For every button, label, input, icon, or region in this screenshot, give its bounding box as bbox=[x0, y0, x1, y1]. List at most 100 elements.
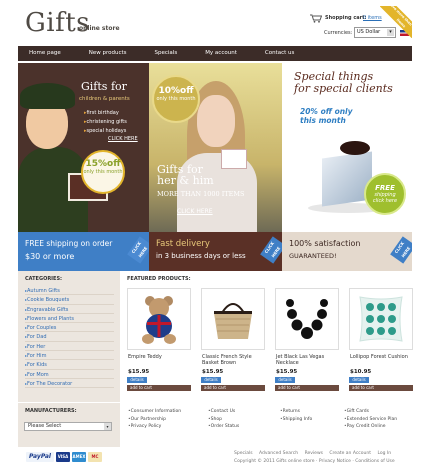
currency-label: Currencies: bbox=[324, 30, 353, 36]
category-item[interactable]: For Kids bbox=[25, 360, 114, 370]
category-item[interactable]: Flowers and Plants bbox=[25, 314, 114, 324]
product-price: $15.95 bbox=[276, 369, 298, 375]
category-item[interactable]: For The Decorator bbox=[25, 379, 114, 389]
footer-link[interactable]: Contact Us bbox=[208, 408, 278, 416]
footer-link[interactable]: Order Status bbox=[208, 423, 278, 431]
product-image[interactable] bbox=[275, 288, 339, 350]
payment-methods: PayPal VISA AMEX MC bbox=[26, 452, 102, 462]
banner-row: Gifts for children & parents first birth… bbox=[18, 63, 412, 232]
featured-products: FEATURED PRODUCTS: Empire Teddy $15.95 d… bbox=[124, 271, 413, 402]
category-item[interactable]: For Him bbox=[25, 351, 114, 361]
category-item[interactable]: For Couples bbox=[25, 323, 114, 333]
click-here-tag[interactable]: CLICK HERE bbox=[127, 236, 149, 264]
product-name[interactable]: Lollipop Forest Cushion bbox=[350, 354, 416, 360]
click-here-tag[interactable]: CLICK HERE bbox=[390, 236, 412, 264]
necklace-image bbox=[286, 299, 328, 339]
discount-badge: 10%off only this month bbox=[152, 75, 200, 123]
cart-label: Shopping cart: bbox=[325, 15, 367, 21]
strip-line1: Fast delivery bbox=[156, 239, 210, 249]
corner-ribbon: Save more than 50000 items bbox=[380, 6, 412, 38]
product-image[interactable] bbox=[349, 288, 413, 350]
category-item[interactable]: For Her bbox=[25, 342, 114, 352]
add-to-cart-button[interactable]: add to cart bbox=[127, 385, 191, 391]
banner-title-line2: for special clients bbox=[294, 82, 393, 95]
footer-link[interactable]: Shipping Info bbox=[280, 416, 350, 424]
footer-link[interactable]: Privacy Policy bbox=[128, 423, 198, 431]
logo[interactable]: Gifts bbox=[25, 8, 90, 38]
manufacturers-select[interactable]: Please Select ▾ bbox=[24, 422, 112, 431]
details-button[interactable]: details bbox=[127, 377, 147, 383]
strip-fast-delivery[interactable]: Fast delivery in 3 business days or less… bbox=[149, 232, 282, 271]
footer-link[interactable]: Extended Service Plan bbox=[344, 416, 414, 424]
bottom-link[interactable]: Log In bbox=[377, 451, 391, 456]
footer-link[interactable]: Shop bbox=[208, 416, 278, 424]
banner-tagline: MORE THAN 1000 ITEMS bbox=[157, 190, 245, 198]
category-item[interactable]: For Dad bbox=[25, 332, 114, 342]
copyright: Copyright © 2011 Gifts online store · Pr… bbox=[234, 459, 395, 464]
logo-subtitle: online store bbox=[79, 25, 120, 32]
nav-home[interactable]: Home page bbox=[18, 46, 75, 61]
product-card: Empire Teddy $15.95 details add to cart bbox=[127, 288, 193, 400]
bottom-link[interactable]: Advanced Search bbox=[259, 451, 298, 456]
categories-sidebar: CATEGORIES: Autumn Gifts Cookie Bouquets… bbox=[18, 271, 120, 402]
banner-click-link[interactable]: CLICK HERE bbox=[108, 136, 138, 142]
product-image[interactable] bbox=[201, 288, 265, 350]
header: Gifts online store Shopping cart: 0 item… bbox=[18, 6, 412, 44]
banner-her-him[interactable]: 10%off only this month Gifts for her & h… bbox=[149, 63, 282, 232]
gift-box-image bbox=[221, 149, 247, 169]
strip-satisfaction[interactable]: 100% satisfaction GUARANTEED! CLICK HERE bbox=[282, 232, 412, 271]
category-item[interactable]: Autumn Gifts bbox=[25, 286, 114, 296]
gift-ribbon-image bbox=[340, 141, 370, 155]
footer-column: Returns Shipping Info bbox=[280, 408, 350, 423]
strip-line2: $30 or more bbox=[25, 252, 75, 261]
nav-my-account[interactable]: My account bbox=[191, 46, 251, 61]
nav-new-products[interactable]: New products bbox=[75, 46, 141, 61]
add-to-cart-button[interactable]: add to cart bbox=[201, 385, 265, 391]
strip-free-shipping[interactable]: FREE shipping on order $30 or more CLICK… bbox=[18, 232, 149, 271]
banner-title: Gifts for her & him bbox=[157, 164, 214, 186]
product-price: $15.95 bbox=[128, 369, 150, 375]
strip-line2: GUARANTEED! bbox=[289, 252, 337, 260]
footer-link[interactable]: Gift Cards bbox=[344, 408, 414, 416]
category-item[interactable]: Cookie Bouquets bbox=[25, 295, 114, 305]
cart-count-link[interactable]: 0 items bbox=[363, 15, 382, 21]
product-card: Classic French Style Basket Brown $15.95… bbox=[201, 288, 267, 400]
product-name[interactable]: Classic French Style Basket Brown bbox=[202, 354, 268, 366]
woman-photo-face bbox=[197, 95, 235, 147]
add-to-cart-button[interactable]: add to cart bbox=[275, 385, 339, 391]
bottom-link[interactable]: Reviews bbox=[305, 451, 323, 456]
product-name[interactable]: Empire Teddy bbox=[128, 354, 194, 360]
footer-link[interactable]: Pay Credit Online bbox=[344, 423, 414, 431]
category-item[interactable]: For Mom bbox=[25, 370, 114, 379]
product-name[interactable]: Jet Black Las Vegas Necklace bbox=[276, 354, 342, 366]
product-image[interactable] bbox=[127, 288, 191, 350]
free-shipping-badge[interactable]: FREE shipping click here bbox=[364, 173, 406, 215]
badge-percent: 15%off bbox=[85, 159, 121, 169]
footer-link[interactable]: Returns bbox=[280, 408, 350, 416]
badge-sub: only this month bbox=[156, 96, 196, 102]
details-button[interactable]: details bbox=[275, 377, 295, 383]
boy-photo-hat bbox=[20, 83, 75, 109]
ribbon-text: Save more than 50000 items bbox=[380, 6, 412, 38]
basket-image bbox=[214, 303, 252, 339]
nav-specials[interactable]: Specials bbox=[141, 46, 192, 61]
banner-children[interactable]: Gifts for children & parents first birth… bbox=[18, 63, 149, 232]
banner-feature: christening gifts bbox=[84, 119, 127, 125]
banner-title: Special things for special clients bbox=[294, 71, 393, 95]
details-button[interactable]: details bbox=[201, 377, 221, 383]
content-area: CATEGORIES: Autumn Gifts Cookie Bouquets… bbox=[18, 271, 413, 402]
click-here-tag[interactable]: CLICK HERE bbox=[260, 236, 282, 264]
banner-click-link[interactable]: CLICK HERE bbox=[177, 208, 213, 215]
details-button[interactable]: details bbox=[349, 377, 369, 383]
category-item[interactable]: Engravable Gifts bbox=[25, 305, 114, 314]
bottom-links: Specials Advanced Search Reviews Create … bbox=[234, 451, 396, 456]
strip-line2: in 3 business days or less bbox=[156, 252, 246, 260]
nav-contact[interactable]: Contact us bbox=[251, 46, 309, 61]
bottom-link[interactable]: Create an Account bbox=[329, 451, 371, 456]
add-to-cart-button[interactable]: add to cart bbox=[349, 385, 413, 391]
bottom-link[interactable]: Specials bbox=[234, 451, 253, 456]
footer-link[interactable]: Our Partnership bbox=[128, 416, 198, 424]
banner-feature-list: first birthday christening gifts special… bbox=[84, 110, 127, 137]
banner-special-things[interactable]: Special things for special clients 20% o… bbox=[282, 63, 412, 232]
footer-link[interactable]: Consumer Information bbox=[128, 408, 198, 416]
